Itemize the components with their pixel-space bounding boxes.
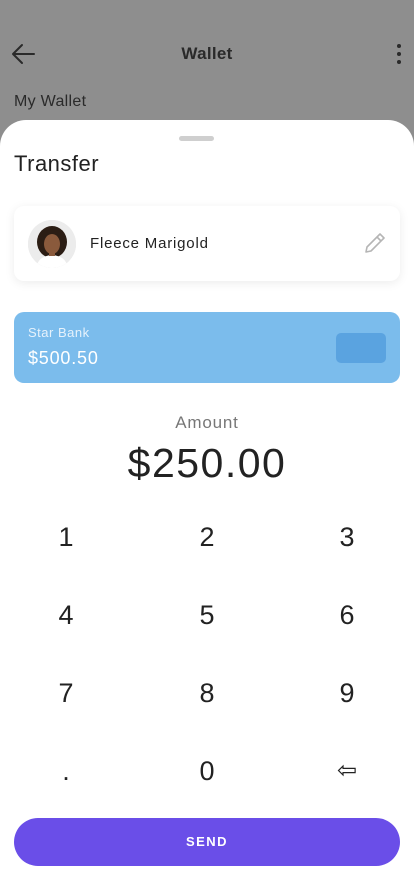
send-button[interactable]: SEND bbox=[14, 818, 400, 866]
key-6[interactable]: 6 bbox=[287, 587, 407, 643]
pencil-icon[interactable] bbox=[362, 230, 388, 256]
bank-card[interactable]: Star Bank $500.50 bbox=[14, 312, 400, 383]
key-8[interactable]: 8 bbox=[147, 665, 267, 721]
recipient-card[interactable]: Fleece Marigold bbox=[14, 206, 400, 281]
amount-label: Amount bbox=[175, 413, 239, 432]
bank-name: Star Bank bbox=[28, 325, 90, 340]
top-bar: Wallet bbox=[0, 30, 414, 78]
backspace-icon[interactable]: ⇦ bbox=[287, 743, 407, 799]
sheet-title: Transfer bbox=[14, 151, 100, 176]
number-keypad: 1 2 3 4 5 6 7 8 9 . 0 ⇦ bbox=[0, 498, 414, 810]
avatar bbox=[28, 220, 76, 268]
avatar-image bbox=[28, 220, 76, 268]
key-4[interactable]: 4 bbox=[6, 587, 126, 643]
drag-handle[interactable] bbox=[179, 136, 214, 141]
key-1[interactable]: 1 bbox=[6, 509, 126, 565]
wallet-subtitle: My Wallet bbox=[14, 93, 87, 110]
bank-balance: $500.50 bbox=[28, 348, 99, 368]
key-7[interactable]: 7 bbox=[6, 665, 126, 721]
key-2[interactable]: 2 bbox=[147, 509, 267, 565]
key-decimal[interactable]: . bbox=[6, 743, 126, 799]
more-vertical-icon[interactable] bbox=[392, 42, 406, 68]
page-title: Wallet bbox=[181, 44, 233, 63]
key-0[interactable]: 0 bbox=[147, 743, 267, 799]
amount-value: $250.00 bbox=[127, 440, 287, 486]
card-chip-icon bbox=[336, 333, 386, 363]
recipient-name: Fleece Marigold bbox=[90, 235, 209, 252]
key-5[interactable]: 5 bbox=[147, 587, 267, 643]
key-3[interactable]: 3 bbox=[287, 509, 407, 565]
key-9[interactable]: 9 bbox=[287, 665, 407, 721]
transfer-sheet: Transfer Fleece Marigold Star Bank $500.… bbox=[0, 120, 414, 896]
